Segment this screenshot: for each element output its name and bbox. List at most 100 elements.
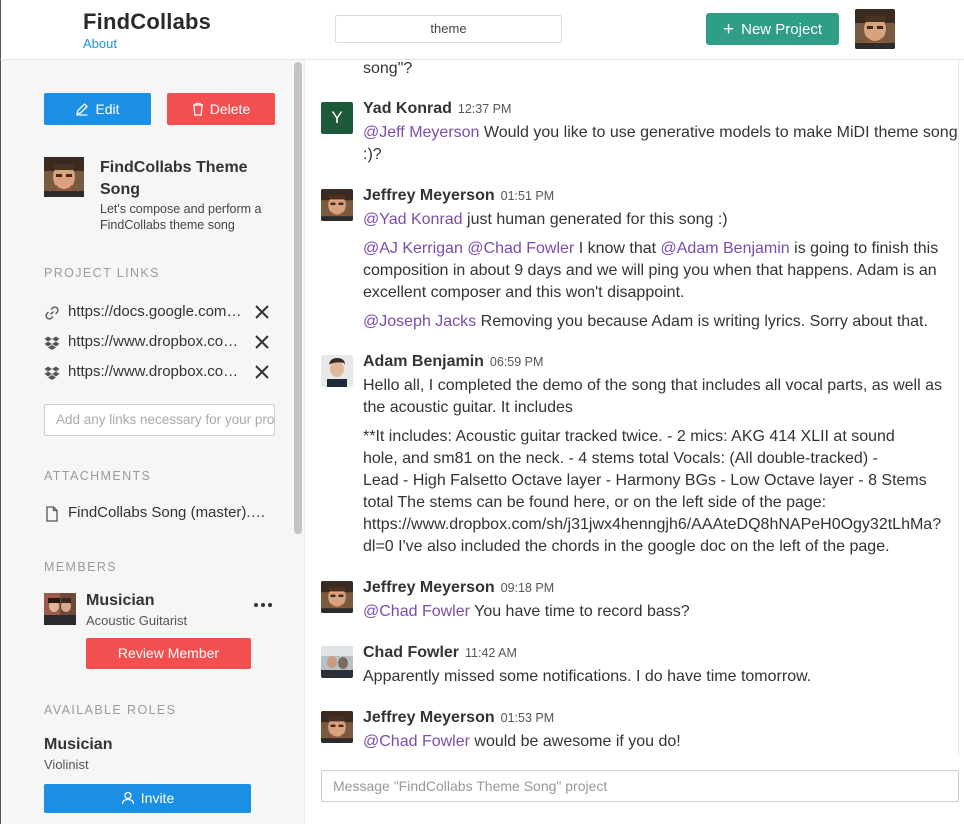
- message-author[interactable]: Jeffrey Meyerson: [363, 709, 495, 726]
- member-instrument: Acoustic Guitarist: [86, 613, 188, 628]
- avatar[interactable]: [321, 646, 353, 678]
- mention-link[interactable]: @Adam Benjamin: [661, 240, 790, 257]
- message-header: Chad Fowler 11:42 AM: [363, 644, 517, 662]
- more-options-icon[interactable]: [253, 601, 273, 609]
- new-project-button[interactable]: + New Project: [706, 13, 839, 45]
- message-text-span: Removing you because Adam is writing lyr…: [476, 313, 928, 330]
- invite-label: Invite: [140, 790, 175, 806]
- avatar[interactable]: [321, 711, 353, 743]
- avatar[interactable]: Y: [321, 102, 353, 134]
- message-text-span: I know that: [574, 240, 661, 257]
- partial-message-line: song"?: [363, 60, 413, 77]
- message-time: 01:51 PM: [500, 189, 555, 203]
- message-time: 12:37 PM: [457, 102, 512, 116]
- message-text: @Chad Fowler would be awesome if you do!: [363, 731, 963, 760]
- file-icon: [46, 506, 58, 522]
- edit-button[interactable]: Edit: [44, 93, 151, 125]
- attachment-name[interactable]: FindCollabs Song (master).mp3: [68, 502, 268, 524]
- trash-icon: [192, 103, 203, 116]
- message-text-span: just human generated for this song :): [462, 211, 728, 228]
- project-links-heading: PROJECT LINKS: [44, 266, 160, 280]
- mention-link[interactable]: @Joseph Jacks: [363, 313, 476, 330]
- avatar[interactable]: [321, 355, 353, 387]
- project-link-item[interactable]: https://www.dropbox.com/s/2: [44, 361, 274, 383]
- message-text-span: You have time to record bass?: [469, 603, 690, 620]
- message-paragraph: Apparently missed some notifications. I …: [363, 668, 812, 685]
- message-header: Jeffrey Meyerson 01:53 PM: [363, 709, 554, 727]
- message-input[interactable]: Message "FindCollabs Theme Song" project: [321, 770, 959, 802]
- mention-link[interactable]: @Yad Konrad: [363, 211, 463, 228]
- message-text: @Yad Konrad just human generated for thi…: [363, 209, 963, 340]
- message-author[interactable]: Jeffrey Meyerson: [363, 579, 495, 596]
- message-header: Yad Konrad 12:37 PM: [363, 100, 511, 118]
- user-avatar[interactable]: [855, 9, 895, 49]
- invite-button[interactable]: Invite: [44, 784, 251, 813]
- available-roles-heading: AVAILABLE ROLES: [44, 703, 177, 717]
- mention-link[interactable]: @Jeff Meyerson: [363, 124, 479, 141]
- member-avatar[interactable]: [44, 593, 76, 625]
- message-text: Apparently missed some notifications. I …: [363, 666, 963, 695]
- message-time: 01:53 PM: [500, 711, 555, 725]
- message-header: Adam Benjamin 06:59 PM: [363, 353, 543, 371]
- edit-label: Edit: [95, 101, 120, 117]
- mention-link[interactable]: @Chad Fowler: [363, 733, 470, 750]
- mention-link[interactable]: @Chad Fowler: [467, 240, 574, 257]
- close-icon[interactable]: [254, 334, 270, 350]
- avatar[interactable]: [321, 189, 353, 221]
- search-input[interactable]: theme: [335, 15, 562, 43]
- project-link-url[interactable]: https://docs.google.com/document/d/1: [68, 301, 242, 323]
- project-link-url[interactable]: https://www.dropbox.com/s/1: [68, 331, 242, 353]
- user-icon: [121, 792, 134, 805]
- attachments-heading: ATTACHMENTS: [44, 469, 152, 483]
- dropbox-icon: [44, 336, 60, 350]
- about-link[interactable]: About: [83, 36, 117, 51]
- close-icon[interactable]: [254, 364, 270, 380]
- add-link-input[interactable]: Add any links necessary for your project: [44, 404, 275, 436]
- message-author[interactable]: Jeffrey Meyerson: [363, 187, 495, 204]
- project-title: FindCollabs Theme Song: [100, 159, 248, 198]
- available-role-instrument: Violinist: [44, 757, 89, 772]
- chat-panel: song"? Y Yad Konrad 12:37 PM @Jeff Meyers…: [305, 60, 964, 824]
- avatar[interactable]: [321, 581, 353, 613]
- brand-logo[interactable]: FindCollabs: [83, 9, 211, 35]
- message-line: dl=0 I've also included the chords in th…: [363, 538, 890, 555]
- member-role: Musician: [86, 592, 155, 609]
- message-time: 06:59 PM: [489, 355, 544, 369]
- mention-link[interactable]: @Chad Fowler: [363, 603, 470, 620]
- new-project-label: New Project: [741, 21, 822, 38]
- message-author[interactable]: Yad Konrad: [363, 100, 452, 117]
- attachment-item[interactable]: FindCollabs Song (master).mp3: [44, 502, 274, 524]
- close-icon[interactable]: [254, 304, 270, 320]
- dropbox-icon: [44, 366, 60, 380]
- message-author[interactable]: Adam Benjamin: [363, 353, 484, 370]
- message-text: **It includes: Acoustic guitar tracked t…: [363, 426, 963, 558]
- available-role-title: Musician: [44, 736, 113, 753]
- mention-link[interactable]: @AJ Kerrigan: [363, 240, 463, 257]
- sidebar-scrollbar-thumb[interactable]: [294, 62, 302, 534]
- project-link-url[interactable]: https://www.dropbox.com/s/2: [68, 361, 242, 383]
- top-header: FindCollabs About theme + New Project: [0, 0, 964, 60]
- message-paragraph: Hello all, I completed the demo of the s…: [363, 377, 947, 416]
- message-line: total The stems can be found here, or on…: [363, 494, 827, 511]
- message-text: @Chad Fowler You have time to record bas…: [363, 601, 963, 630]
- message-time: 11:42 AM: [465, 646, 517, 660]
- message-line: hole, and sm81 on the neck. - 4 stems to…: [363, 450, 878, 467]
- message-header: Jeffrey Meyerson 09:18 PM: [363, 579, 554, 597]
- delete-label: Delete: [209, 101, 251, 117]
- project-sidebar: Edit Delete FindCollabs Theme Song Let's…: [0, 60, 291, 824]
- message-line: **It includes: Acoustic guitar tracked t…: [363, 428, 895, 445]
- pencil-icon: [76, 103, 89, 116]
- chat-scrollbar[interactable]: [958, 60, 964, 754]
- project-link-item[interactable]: https://www.dropbox.com/s/1: [44, 331, 274, 353]
- project-link-item[interactable]: https://docs.google.com/document/d/1: [44, 301, 274, 323]
- review-member-button[interactable]: Review Member: [86, 638, 251, 669]
- message-author[interactable]: Chad Fowler: [363, 644, 459, 661]
- message-text-span: would be awesome if you do!: [469, 733, 681, 750]
- message-line: https://www.dropbox.com/sh/j31jwx4henngj…: [363, 516, 942, 533]
- delete-button[interactable]: Delete: [167, 93, 275, 125]
- members-heading: MEMBERS: [44, 560, 118, 574]
- project-description: Let's compose and perform a FindCollabs …: [100, 202, 262, 232]
- message-text: @Jeff Meyerson Would you like to use gen…: [363, 122, 963, 173]
- link-icon: [45, 306, 59, 320]
- message-text: song"?: [363, 60, 963, 87]
